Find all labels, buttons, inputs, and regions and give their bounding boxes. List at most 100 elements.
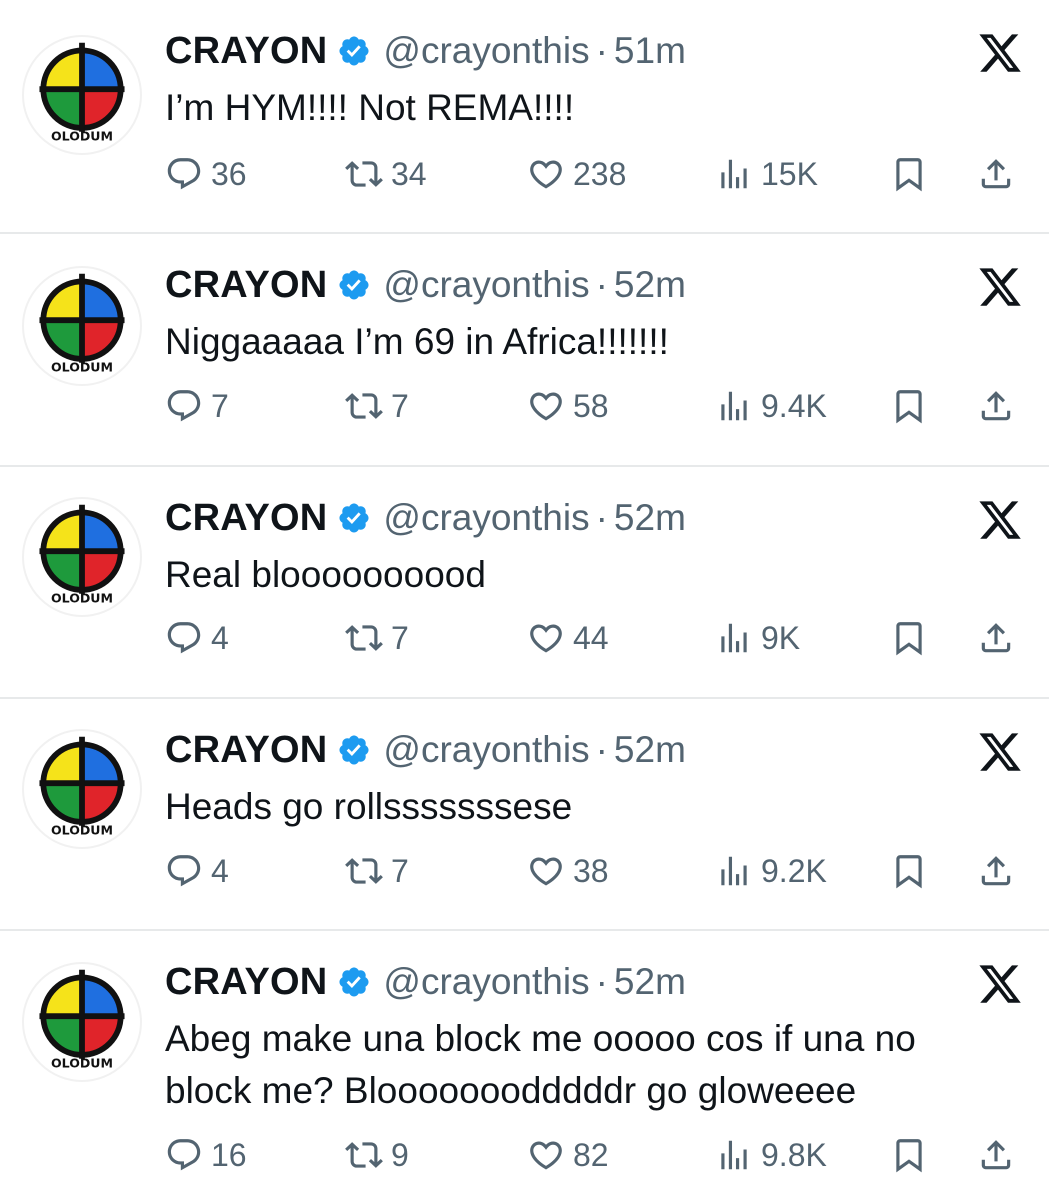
retweet-button[interactable]: 7	[345, 614, 409, 662]
views-button[interactable]: 9.8K	[715, 1131, 827, 1179]
avatar[interactable]: OLODUM	[22, 266, 142, 386]
tweet[interactable]: OLODUM CRAYON @crayonthis · 51m I’m HYM!…	[0, 0, 1049, 232]
views-button[interactable]: 9.4K	[715, 382, 827, 430]
retweet-icon	[345, 1136, 383, 1174]
retweet-button[interactable]: 7	[345, 847, 409, 895]
tweet-actions: 7 7 58 9.4K	[165, 382, 1025, 430]
retweet-button[interactable]: 7	[345, 382, 409, 430]
view-count: 15K	[761, 155, 818, 192]
separator-dot: ·	[595, 961, 608, 1002]
reply-button[interactable]: 4	[165, 847, 229, 895]
reply-icon	[165, 1136, 203, 1174]
tweet-text: Niggaaaaa I’m 69 in Africa!!!!!!!	[165, 321, 669, 362]
bookmark-button[interactable]	[890, 1131, 928, 1179]
x-logo-icon	[977, 30, 1023, 76]
tweet-text: Abeg make una block me ooooo cos if una …	[165, 1018, 916, 1111]
like-count: 238	[573, 155, 627, 192]
tweet[interactable]: OLODUM CRAYON @crayonthis · 52m Niggaaaa…	[0, 234, 1049, 466]
display-name[interactable]: CRAYON	[165, 961, 327, 1004]
avatar[interactable]: OLODUM	[22, 497, 142, 617]
bookmark-icon	[890, 155, 928, 193]
like-count: 82	[573, 1136, 609, 1173]
display-name[interactable]: CRAYON	[165, 30, 327, 73]
like-button[interactable]: 38	[527, 847, 609, 895]
heart-icon	[527, 852, 565, 890]
views-chart-icon	[715, 619, 753, 657]
x-logo-icon	[977, 729, 1023, 775]
reply-button[interactable]: 36	[165, 150, 247, 198]
like-count: 58	[573, 387, 609, 424]
avatar[interactable]: OLODUM	[22, 962, 142, 1082]
display-name[interactable]: CRAYON	[165, 497, 327, 540]
avatar-label: OLODUM	[51, 359, 113, 374]
heart-icon	[527, 1136, 565, 1174]
tweet-actions: 4 7 44 9K	[165, 614, 1025, 662]
avatar-label: OLODUM	[51, 822, 113, 837]
retweet-count: 7	[391, 852, 409, 889]
separator-dot: ·	[595, 729, 608, 770]
timestamp[interactable]: 52m	[614, 729, 686, 771]
bookmark-button[interactable]	[890, 382, 928, 430]
timestamp[interactable]: 51m	[614, 30, 686, 72]
display-name[interactable]: CRAYON	[165, 729, 327, 772]
tweet-feed: OLODUM CRAYON @crayonthis · 51m I’m HYM!…	[0, 0, 1049, 1200]
views-chart-icon	[715, 387, 753, 425]
user-handle[interactable]: @crayonthis	[383, 30, 589, 72]
tweet-text: Heads go rollsssssssese	[165, 786, 573, 827]
share-button[interactable]	[977, 382, 1015, 430]
share-button[interactable]	[977, 614, 1015, 662]
user-handle[interactable]: @crayonthis	[383, 497, 589, 539]
share-icon	[977, 852, 1015, 890]
reply-icon	[165, 155, 203, 193]
like-button[interactable]: 44	[527, 614, 609, 662]
x-logo-icon	[977, 961, 1023, 1007]
like-button[interactable]: 238	[527, 150, 626, 198]
timestamp[interactable]: 52m	[614, 961, 686, 1003]
view-count: 9.8K	[761, 1136, 827, 1173]
user-handle[interactable]: @crayonthis	[383, 264, 589, 306]
reply-button[interactable]: 4	[165, 614, 229, 662]
bookmark-icon	[890, 852, 928, 890]
share-button[interactable]	[977, 150, 1015, 198]
bookmark-button[interactable]	[890, 614, 928, 662]
x-logo-icon	[977, 264, 1023, 310]
like-button[interactable]: 82	[527, 1131, 609, 1179]
heart-icon	[527, 155, 565, 193]
retweet-count: 34	[391, 155, 427, 192]
reply-button[interactable]: 16	[165, 1131, 247, 1179]
reply-icon	[165, 852, 203, 890]
avatar[interactable]: OLODUM	[22, 729, 142, 849]
share-button[interactable]	[977, 1131, 1015, 1179]
tweet-header: CRAYON @crayonthis · 52m	[165, 493, 686, 543]
retweet-button[interactable]: 34	[345, 150, 427, 198]
views-chart-icon	[715, 1136, 753, 1174]
tweet-header: CRAYON @crayonthis · 51m	[165, 26, 686, 76]
tweet[interactable]: OLODUM CRAYON @crayonthis · 52m Abeg mak…	[0, 931, 1049, 1200]
bookmark-button[interactable]	[890, 847, 928, 895]
user-handle[interactable]: @crayonthis	[383, 961, 589, 1003]
heart-icon	[527, 387, 565, 425]
x-logo-icon	[977, 497, 1023, 543]
avatar[interactable]: OLODUM	[22, 35, 142, 155]
tweet[interactable]: OLODUM CRAYON @crayonthis · 52m Heads go…	[0, 699, 1049, 929]
user-handle[interactable]: @crayonthis	[383, 729, 589, 771]
bookmark-icon	[890, 387, 928, 425]
views-button[interactable]: 9.2K	[715, 847, 827, 895]
timestamp[interactable]: 52m	[614, 264, 686, 306]
timestamp[interactable]: 52m	[614, 497, 686, 539]
retweet-button[interactable]: 9	[345, 1131, 409, 1179]
share-button[interactable]	[977, 847, 1015, 895]
views-button[interactable]: 9K	[715, 614, 800, 662]
verified-badge-icon	[337, 34, 371, 68]
heart-icon	[527, 619, 565, 657]
bookmark-button[interactable]	[890, 150, 928, 198]
tweet-actions: 4 7 38 9.2K	[165, 847, 1025, 895]
like-button[interactable]: 58	[527, 382, 609, 430]
views-chart-icon	[715, 155, 753, 193]
views-button[interactable]: 15K	[715, 150, 818, 198]
reply-button[interactable]: 7	[165, 382, 229, 430]
share-icon	[977, 619, 1015, 657]
display-name[interactable]: CRAYON	[165, 264, 327, 307]
tweet[interactable]: OLODUM CRAYON @crayonthis · 52m Real blo…	[0, 467, 1049, 697]
share-icon	[977, 387, 1015, 425]
